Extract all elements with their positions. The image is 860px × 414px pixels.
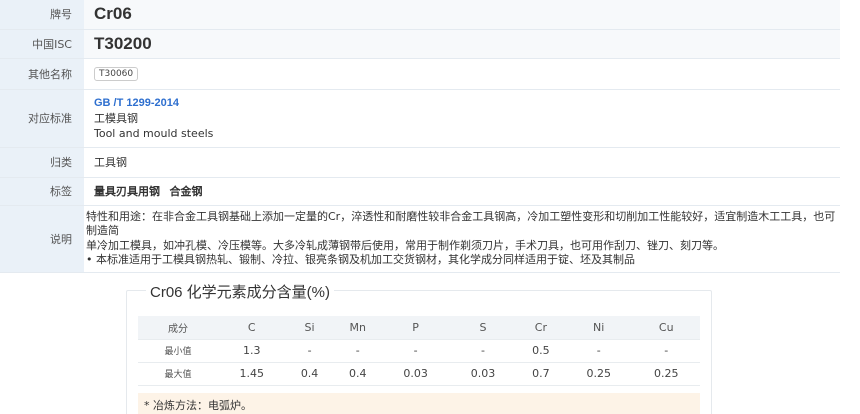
table-cell: 0.25 <box>564 362 633 386</box>
table-cell: 0.03 <box>381 362 450 386</box>
smelting-note: * 冶炼方法：电弧炉。 <box>138 393 700 414</box>
table-cell: - <box>285 339 334 363</box>
header-cell: Mn <box>333 316 382 340</box>
alias-tag[interactable]: T30060 <box>94 67 139 81</box>
composition-max-row: 最大值 1.45 0.4 0.4 0.03 0.03 0.7 0.25 0.25 <box>138 362 700 386</box>
material-info-table: 牌号 Cr06 中国ISC T30200 其他名称 T30060 对应标准 GB… <box>0 0 840 273</box>
tag-item[interactable]: 合金钢 <box>170 185 203 198</box>
table-cell: 0.03 <box>449 362 517 386</box>
alias-label: 其他名称 <box>0 58 84 90</box>
table-cell: 0.4 <box>285 362 334 386</box>
category-row: 归类 工具钢 <box>0 147 840 178</box>
table-cell: 0.7 <box>516 362 565 386</box>
isc-label: 中国ISC <box>0 29 84 59</box>
header-cell: P <box>381 316 450 340</box>
table-cell: 1.45 <box>218 362 286 386</box>
table-cell: 最小值 <box>138 339 218 363</box>
description-label: 说明 <box>0 205 84 273</box>
standard-name-en: Tool and mould steels <box>94 126 214 140</box>
header-cell: C <box>218 316 286 340</box>
table-cell: - <box>449 339 517 363</box>
brand-label: 牌号 <box>0 0 84 30</box>
composition-header-row: 成分 C Si Mn P S Cr Ni Cu <box>138 316 700 340</box>
standard-row: 对应标准 GB /T 1299-2014 工模具钢 Tool and mould… <box>0 89 840 148</box>
brand-value: Cr06 <box>94 4 132 24</box>
header-cell: Si <box>285 316 334 340</box>
table-cell: - <box>564 339 633 363</box>
description-line: 单冷加工模具，如冲孔模、冷压模等。大多冷轧成薄钢带后使用，常用于制作剃须刀片，手… <box>86 238 724 252</box>
header-cell: 成分 <box>138 316 218 340</box>
standard-label: 对应标准 <box>0 89 84 148</box>
header-cell: Ni <box>564 316 633 340</box>
standard-name-cn: 工模具钢 <box>94 111 138 125</box>
brand-row: 牌号 Cr06 <box>0 0 840 30</box>
table-cell: 1.3 <box>218 339 286 363</box>
tag-item[interactable]: 量具刃具用钢 <box>94 185 160 198</box>
alias-row: 其他名称 T30060 <box>0 58 840 90</box>
composition-title: Cr06 化学元素成分含量(%) <box>146 281 335 302</box>
table-cell: - <box>333 339 382 363</box>
table-cell: 0.4 <box>333 362 382 386</box>
description-note: • 本标准适用于工模具钢热轧、锻制、冷拉、银亮条钢及机加工交货钢材，其化学成分同… <box>86 253 635 266</box>
category-value: 工具钢 <box>94 156 127 169</box>
isc-row: 中国ISC T30200 <box>0 29 840 59</box>
isc-value: T30200 <box>94 33 152 53</box>
table-cell: 0.25 <box>632 362 700 386</box>
table-cell: - <box>632 339 700 363</box>
table-cell: - <box>381 339 450 363</box>
description-line: 特性和用途：在非合金工具钢基础上添加一定量的Cr，淬透性和耐磨性较非合金工具钢高… <box>86 209 836 238</box>
table-cell: 最大值 <box>138 362 218 386</box>
category-label: 归类 <box>0 147 84 178</box>
tags-row: 标签 量具刃具用钢 合金钢 <box>0 177 840 206</box>
description-row: 说明 特性和用途：在非合金工具钢基础上添加一定量的Cr，淬透性和耐磨性较非合金工… <box>0 205 840 273</box>
table-cell: 0.5 <box>516 339 565 363</box>
header-cell: Cr <box>516 316 565 340</box>
header-cell: Cu <box>632 316 700 340</box>
composition-min-row: 最小值 1.3 - - - - 0.5 - - <box>138 339 700 363</box>
standard-link[interactable]: GB /T 1299-2014 <box>94 96 830 111</box>
composition-table: 成分 C Si Mn P S Cr Ni Cu 最小值 1.3 - - - - … <box>138 316 700 386</box>
tags-label: 标签 <box>0 177 84 206</box>
header-cell: S <box>449 316 517 340</box>
